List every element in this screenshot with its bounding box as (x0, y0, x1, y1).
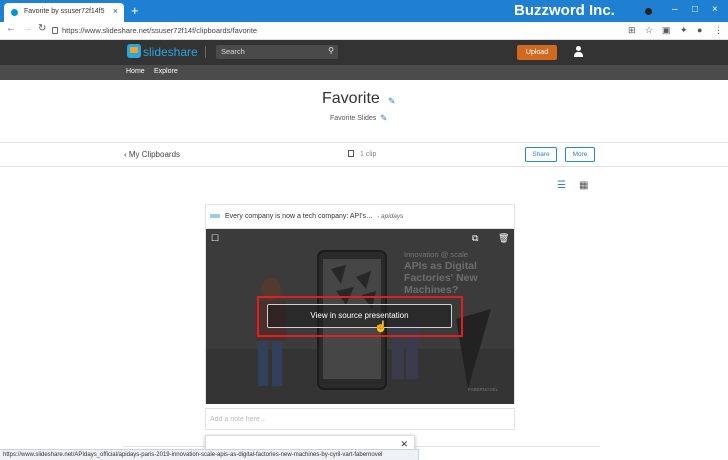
status-bar: https://www.slideshare.net/APIdays_offic… (0, 449, 419, 460)
favicon-icon (11, 9, 18, 16)
pencil-icon[interactable]: ✎ (380, 113, 388, 124)
hand-cursor-icon: ☝ (374, 321, 388, 333)
address-bar: ← → ↻ https://www.slideshare.net/ssuser7… (0, 22, 728, 40)
forward-arrow-icon[interactable]: → (22, 23, 32, 34)
browser-tab[interactable]: Favorite by ssuser72f14f5 × (4, 3, 124, 22)
clip-card-header[interactable]: Every company is now a tech company: API… (206, 205, 514, 229)
translate-icon[interactable]: ⊞ (628, 25, 636, 36)
trash-icon[interactable]: 🗑 (498, 233, 509, 244)
tab-close-icon[interactable]: × (113, 6, 118, 16)
tab-title: Favorite by ssuser72f14f5 (24, 8, 105, 15)
more-button[interactable]: More (565, 147, 595, 162)
list-view-icon[interactable]: ☰ (557, 180, 566, 191)
clip-title[interactable]: Every company is now a tech company: API… (225, 213, 373, 220)
minimize-button[interactable]: – (672, 4, 678, 15)
user-icon[interactable] (573, 46, 584, 58)
site-header (0, 40, 728, 65)
page-subtitle: Favorite Slides (330, 115, 377, 122)
search-placeholder: Search (221, 47, 245, 56)
url-field[interactable]: https://www.slideshare.net/ssuser72f14f/… (62, 26, 257, 35)
account-icon[interactable]: ● (697, 25, 702, 35)
pencil-icon[interactable]: ✎ (388, 96, 396, 107)
bookmark-star-icon[interactable]: ☆ (645, 25, 653, 36)
select-checkbox[interactable]: ☐ (211, 233, 219, 244)
site-logo-text[interactable]: slideshare (143, 45, 198, 59)
browser-tab-bar: Favorite by ssuser72f14f5 × + Buzzword I… (0, 0, 728, 22)
profile-icon[interactable] (645, 8, 652, 15)
menu-icon[interactable]: ⋮ (714, 25, 723, 36)
page-title: Favorite (322, 90, 380, 107)
lock-icon (52, 27, 58, 34)
note-field[interactable] (205, 408, 515, 430)
upload-button[interactable]: Upload (517, 45, 557, 60)
clip-count: 1 clip (348, 150, 376, 158)
my-clipboards-label: My Clipboards (128, 150, 181, 159)
clip-count-label: 1 clip (360, 151, 377, 158)
reload-icon[interactable]: ↻ (38, 23, 46, 34)
user-icon-body (574, 52, 583, 57)
my-clipboards-link[interactable]: ‹ My Clipboards (124, 150, 180, 159)
extension-icon[interactable]: ▣ (662, 25, 671, 36)
slide-line-2: APIs as Digital (404, 260, 477, 272)
sub-navigation: Home Explore (0, 65, 728, 80)
search-input[interactable]: Search ⚲ (216, 45, 338, 59)
header-divider (205, 46, 206, 58)
slide-line-1: Innovation @ scale (404, 250, 468, 259)
copy-icon[interactable]: ⧉ (472, 233, 478, 244)
maximize-button[interactable]: □ (692, 4, 698, 15)
document-icon (348, 150, 354, 157)
back-arrow-icon[interactable]: ← (6, 23, 16, 34)
new-tab-button[interactable]: + (131, 3, 139, 19)
user-icon-head (576, 46, 581, 51)
presentation-thumbnail (210, 214, 220, 218)
close-window-button[interactable]: × (712, 4, 718, 15)
note-input[interactable] (206, 409, 514, 429)
share-button[interactable]: Share (525, 147, 557, 162)
annotation-highlight-box (257, 296, 463, 337)
clip-author[interactable]: - apidays (377, 213, 403, 220)
nav-explore[interactable]: Explore (154, 68, 178, 75)
puzzle-icon[interactable]: ✦ (680, 25, 688, 36)
grid-view-icon[interactable]: ▦ (579, 180, 588, 191)
slide-logo: FABERNOVEL (468, 387, 499, 392)
brand-watermark: Buzzword Inc. (514, 2, 615, 19)
slide-line-4: Machines? (404, 284, 458, 296)
search-icon[interactable]: ⚲ (328, 46, 334, 55)
nav-home[interactable]: Home (126, 68, 145, 75)
slideshare-logo-icon[interactable] (127, 44, 141, 58)
slide-line-3: Factories' New (404, 272, 479, 284)
